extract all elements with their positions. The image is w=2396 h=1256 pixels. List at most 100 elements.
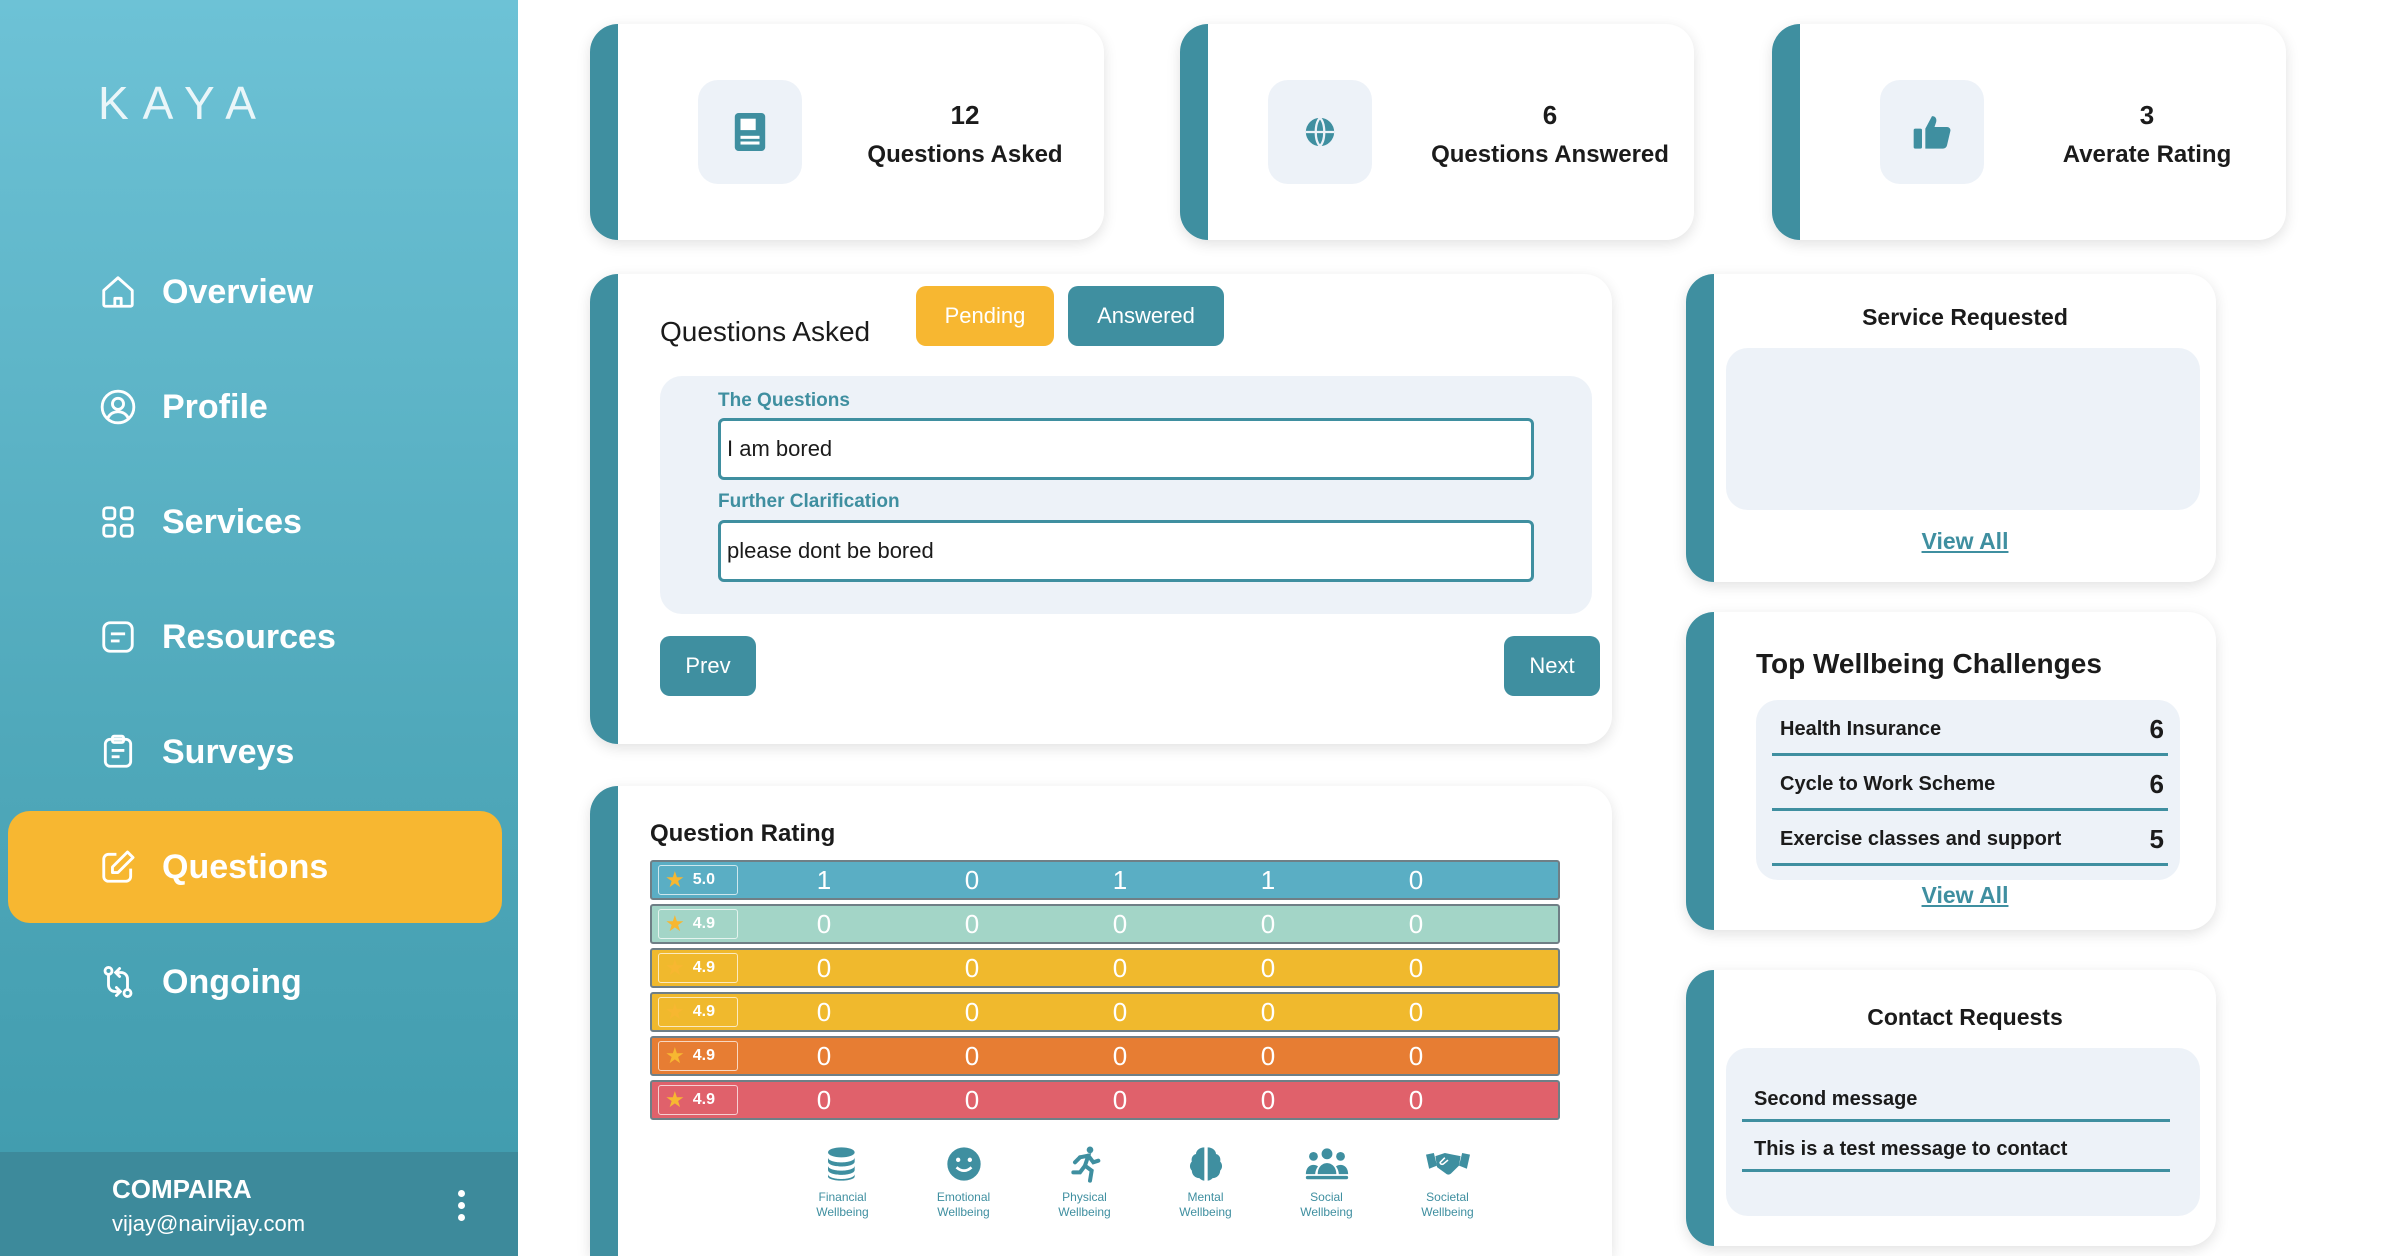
list-item[interactable]: This is a test message to contact: [1742, 1128, 2170, 1172]
smiley-icon: [942, 1142, 986, 1186]
thumbs-up-icon: [1880, 80, 1984, 184]
rating-cell: 0: [1260, 952, 1276, 983]
stat-value: 6: [1542, 100, 1558, 130]
panel-title: Questions Asked: [660, 316, 871, 347]
rating-cell: 0: [816, 1040, 832, 1071]
sidebar-item-ongoing[interactable]: Ongoing: [8, 926, 502, 1038]
sidebar-item-label: Overview: [162, 272, 314, 311]
sidebar-item-profile[interactable]: Profile: [8, 351, 502, 463]
brain-icon: [1184, 1142, 1228, 1186]
rating-cell: 0: [1408, 952, 1424, 983]
edit-icon: [98, 847, 138, 887]
home-icon: [98, 272, 138, 312]
rating-cell: 0: [1112, 908, 1128, 939]
view-all-link[interactable]: View All: [1714, 882, 2216, 909]
rating-cell: 0: [1260, 1084, 1276, 1115]
rating-row: ★ 4.9 0 0 0 0 0: [650, 992, 1560, 1032]
rating-cell: 0: [816, 952, 832, 983]
category-label-line1: Societal: [1426, 1190, 1469, 1204]
view-all-link[interactable]: View All: [1714, 528, 2216, 555]
stat-value: 12: [950, 100, 980, 130]
category-label-line2: Wellbeing: [1058, 1205, 1111, 1219]
sidebar: KAYA Overview Profile Services Resources…: [0, 0, 518, 1256]
sidebar-item-services[interactable]: Services: [8, 466, 502, 578]
clipboard-icon: [98, 732, 138, 772]
rating-cell: 0: [964, 952, 980, 983]
rating-score: 4.9: [692, 959, 715, 976]
list-item[interactable]: Second message: [1742, 1078, 2170, 1122]
question-details: The Questions I am bored Further Clarifi…: [660, 376, 1592, 614]
rating-score-badge: ★ 4.9: [658, 953, 738, 983]
rating-score: 5.0: [692, 871, 715, 888]
rating-cell: 0: [1408, 864, 1424, 895]
notebook-icon: [698, 80, 802, 184]
rating-row: ★ 4.9 0 0 0 0 0: [650, 904, 1560, 944]
question-field[interactable]: I am bored: [718, 418, 1534, 480]
more-options-icon[interactable]: [458, 1190, 466, 1226]
panel-title: Service Requested: [1862, 304, 2068, 330]
clarification-field[interactable]: please dont be bored: [718, 520, 1534, 582]
answered-tab[interactable]: Answered: [1068, 286, 1224, 346]
stat-card-average-rating: 3 Averate Rating: [1772, 24, 2286, 240]
grid-icon: [98, 502, 138, 542]
rating-cell: 0: [1408, 1084, 1424, 1115]
rating-cell: 1: [1260, 864, 1276, 895]
rating-row: ★ 4.9 0 0 0 0 0: [650, 1080, 1560, 1120]
challenge-list: Health Insurance 6 Cycle to Work Scheme …: [1756, 700, 2180, 880]
document-icon: [98, 617, 138, 657]
category-label-line2: Wellbeing: [1421, 1205, 1474, 1219]
category-mental-wellbeing: Mental Wellbeing: [1145, 1142, 1266, 1220]
list-item: Health Insurance 6: [1772, 706, 2168, 756]
star-icon: ★: [665, 1087, 685, 1112]
rating-cell: 0: [964, 1084, 980, 1115]
pending-tab[interactable]: Pending: [916, 286, 1054, 346]
stat-card-questions-answered: 6 Questions Answered: [1180, 24, 1694, 240]
rating-cell: 0: [816, 996, 832, 1027]
rating-row: ★ 4.9 0 0 0 0 0: [650, 948, 1560, 988]
stat-label: Averate Rating: [2062, 141, 2232, 168]
list-item: Exercise classes and support 5: [1772, 816, 2168, 866]
rating-cell: 0: [1112, 1084, 1128, 1115]
rating-cell: 0: [1408, 1040, 1424, 1071]
rating-cell: 0: [1408, 996, 1424, 1027]
sidebar-item-overview[interactable]: Overview: [8, 236, 502, 348]
rating-score-badge: ★ 5.0: [658, 865, 738, 895]
questions-panel: Questions Asked Pending Answered The Que…: [590, 274, 1612, 744]
category-financial-wellbeing: Financial Wellbeing: [782, 1142, 903, 1220]
sidebar-item-label: Profile: [162, 387, 268, 426]
contact-requests-panel: Contact Requests Second message This is …: [1686, 970, 2216, 1246]
rating-cell: 0: [1260, 908, 1276, 939]
category-label-line2: Wellbeing: [937, 1205, 990, 1219]
clarification-label: Further Clarification: [718, 491, 900, 512]
category-label-line1: Emotional: [936, 1190, 991, 1204]
swap-icon: [98, 962, 138, 1002]
stat-label: Questions Answered: [1431, 141, 1669, 168]
prev-button[interactable]: Prev: [660, 636, 756, 696]
rating-cell: 0: [1260, 1040, 1276, 1071]
category-physical-wellbeing: Physical Wellbeing: [1024, 1142, 1145, 1220]
category-label-line1: Mental: [1187, 1190, 1224, 1204]
runner-icon: [1063, 1142, 1107, 1186]
rating-score-badge: ★ 4.9: [658, 1041, 738, 1071]
sidebar-item-surveys[interactable]: Surveys: [8, 696, 502, 808]
handshake-icon: [1425, 1142, 1470, 1186]
stat-label: Questions Asked: [867, 141, 1063, 168]
category-social-wellbeing: Social Wellbeing: [1266, 1142, 1387, 1220]
sidebar-item-questions[interactable]: Questions: [8, 811, 502, 923]
star-icon: ★: [665, 867, 685, 892]
rating-cell: 0: [1112, 1040, 1128, 1071]
sidebar-item-resources[interactable]: Resources: [8, 581, 502, 693]
rating-cell: 0: [1408, 908, 1424, 939]
rating-cell: 1: [816, 864, 832, 895]
star-icon: ★: [665, 911, 685, 936]
next-button[interactable]: Next: [1504, 636, 1600, 696]
rating-row: ★ 5.0 1 0 1 1 0: [650, 860, 1560, 900]
rating-cell: 1: [1112, 864, 1128, 895]
rating-cell: 0: [964, 864, 980, 895]
category-label-line1: Physical: [1062, 1190, 1107, 1204]
sidebar-item-label: Questions: [162, 847, 329, 886]
service-requested-panel: Service Requested View All: [1686, 274, 2216, 582]
star-icon: ★: [665, 999, 685, 1024]
rating-cell: 0: [964, 1040, 980, 1071]
service-list: [1726, 348, 2200, 510]
